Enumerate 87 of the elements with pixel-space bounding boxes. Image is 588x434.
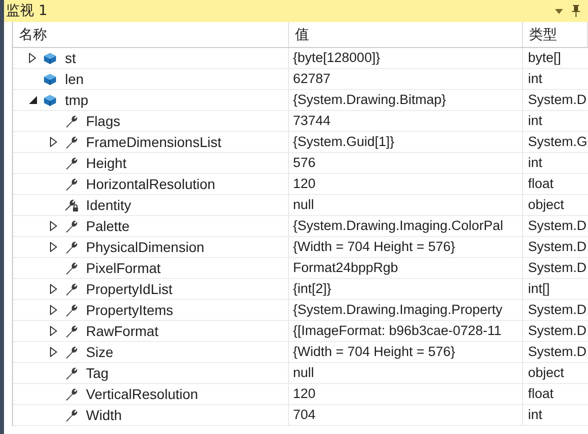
wrench-icon: [64, 324, 79, 338]
cube-icon: [43, 92, 58, 108]
expand-arrow-icon[interactable]: [50, 326, 57, 336]
column-header[interactable]: 值: [289, 22, 523, 47]
type-text: byte[]: [528, 50, 562, 66]
expand-arrow-icon[interactable]: [29, 53, 36, 63]
value-text: {System.Drawing.Bitmap}: [293, 92, 446, 108]
type-text: int: [528, 155, 542, 171]
value-text: {byte[128000]}: [293, 50, 380, 66]
value-text: 120: [293, 386, 316, 402]
variable-name: PixelFormat: [86, 260, 161, 276]
type-text: int: [528, 113, 542, 129]
value-text: {System.Drawing.Imaging.Property: [293, 302, 502, 318]
type-text: System.G: [528, 134, 588, 150]
cube-icon: [43, 72, 58, 86]
variable-name: PropertyItems: [86, 302, 174, 318]
wrench-icon: [64, 176, 79, 192]
wrench-icon: [64, 282, 79, 296]
window-title: 监视 1: [6, 2, 48, 20]
value-text: {[ImageFormat: b96b3cae-0728-11: [293, 323, 502, 339]
value-text: 62787: [293, 71, 331, 87]
wrench-icon: [64, 114, 79, 128]
variable-name: PhysicalDimension: [86, 239, 204, 255]
variable-name: FrameDimensionsList: [86, 134, 222, 150]
variable-name: RawFormat: [86, 323, 158, 339]
value-text: null: [293, 197, 314, 213]
value-text: 120: [293, 176, 316, 192]
expand-arrow-icon[interactable]: [50, 221, 57, 231]
cube-icon: [43, 50, 58, 66]
wrench-icon: [64, 344, 79, 360]
value-text: 576: [293, 155, 316, 171]
value-text: {Width = 704 Height = 576}: [293, 239, 456, 255]
wrench-icon: [64, 366, 79, 380]
variable-name: Palette: [86, 218, 130, 234]
variable-name: VerticalResolution: [86, 386, 198, 402]
value-text: 73744: [293, 113, 331, 129]
variable-name: Height: [86, 155, 126, 171]
type-text: System.D: [528, 239, 587, 255]
variable-name: PropertyIdList: [86, 281, 172, 297]
type-text: int: [528, 407, 542, 423]
value-text: Format24bppRgb: [293, 260, 398, 276]
expand-arrow-icon[interactable]: [50, 242, 57, 252]
type-text: System.D: [528, 302, 587, 318]
variable-name: Width: [86, 407, 122, 423]
value-text: 704: [293, 407, 316, 423]
type-text: float: [528, 176, 554, 192]
value-text: {Width = 704 Height = 576}: [293, 344, 456, 360]
column-header[interactable]: 名称: [13, 22, 289, 47]
expand-arrow-icon[interactable]: [50, 137, 57, 147]
wrench-icon: [64, 134, 79, 150]
expand-arrow-icon[interactable]: [50, 305, 57, 315]
wrench-icon: [64, 240, 79, 254]
type-text: object: [528, 197, 564, 213]
wrench-icon: [64, 156, 79, 170]
type-text: System.D: [528, 260, 587, 276]
variable-name: Flags: [86, 113, 120, 129]
type-text: int: [528, 71, 542, 87]
type-text: int[]: [528, 281, 550, 297]
wrench-lock-icon: [64, 198, 79, 212]
value-text: {int[2]}: [293, 281, 332, 297]
wrench-icon: [64, 218, 79, 234]
variable-name: st: [65, 50, 76, 66]
wrench-icon: [64, 386, 79, 402]
variable-name: len: [65, 71, 84, 87]
type-text: float: [528, 386, 554, 402]
wrench-icon: [64, 302, 79, 318]
variable-name: Size: [86, 344, 114, 360]
variable-name: Tag: [86, 365, 109, 381]
type-text: object: [528, 365, 564, 381]
value-text: {System.Guid[1]}: [293, 134, 394, 150]
type-text: System.D: [528, 323, 587, 339]
expand-arrow-icon[interactable]: [50, 347, 57, 357]
value-text: null: [293, 365, 314, 381]
column-header[interactable]: 类型: [523, 22, 588, 47]
dropdown-icon[interactable]: [555, 8, 563, 14]
value-text: {System.Drawing.Imaging.ColorPal: [293, 218, 504, 234]
type-text: System.D: [528, 218, 587, 234]
variable-name: HorizontalResolution: [86, 176, 216, 192]
type-text: System.D: [528, 92, 587, 108]
pin-icon[interactable]: [572, 5, 580, 17]
collapse-arrow-icon[interactable]: [29, 96, 37, 104]
expand-arrow-icon[interactable]: [50, 284, 57, 294]
type-text: System.D: [528, 344, 587, 360]
wrench-icon: [64, 408, 79, 422]
variable-name: Identity: [86, 197, 132, 213]
variable-name: tmp: [65, 92, 88, 108]
wrench-icon: [64, 260, 79, 276]
